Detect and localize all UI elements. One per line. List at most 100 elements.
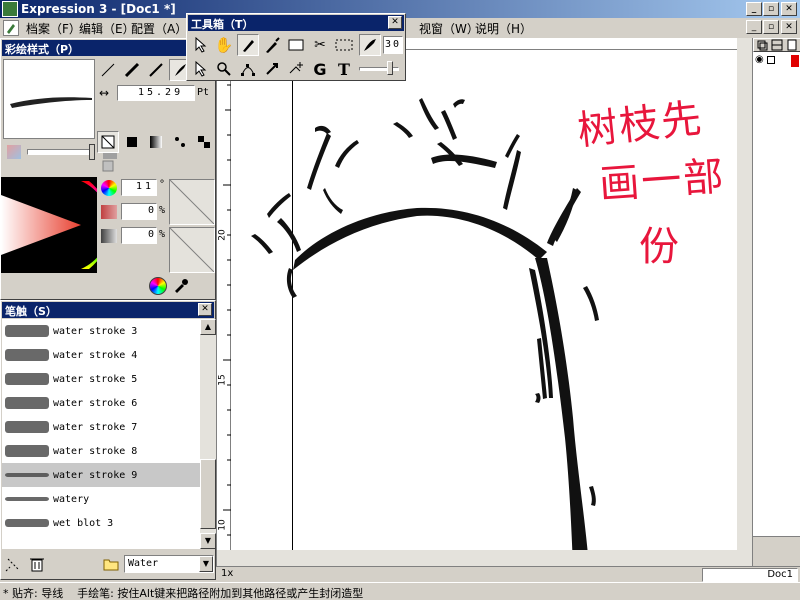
menu-arrange[interactable]: 配置（A） — [131, 20, 187, 37]
stroke-slider-thumb[interactable] — [387, 61, 393, 75]
doc-tab[interactable]: Doc1 — [702, 568, 798, 582]
percent-input-1[interactable]: 0 — [121, 203, 157, 220]
percent-unit-2: % — [159, 229, 166, 240]
menu-help[interactable]: 说明（H） — [475, 20, 532, 37]
brush-label: water stroke 3 — [53, 325, 138, 337]
menu-window[interactable]: 视窗（W） — [419, 20, 479, 37]
swatch-icon[interactable] — [7, 145, 21, 159]
vertical-scrollbar[interactable] — [737, 38, 753, 550]
transparency-icon[interactable] — [101, 205, 117, 219]
brush-thumbnail — [5, 516, 49, 530]
thick-line-icon[interactable] — [121, 59, 143, 81]
brush-list: water stroke 3 water stroke 4 water stroke… — [2, 319, 200, 549]
toolbox-close-button[interactable]: ✕ — [388, 16, 402, 29]
doc-close-button[interactable]: ✕ — [781, 20, 797, 34]
lock-icon[interactable] — [767, 56, 775, 64]
pen-line-icon[interactable] — [145, 59, 167, 81]
horizontal-scrollbar[interactable] — [217, 550, 753, 566]
layer-options-icon[interactable] — [771, 39, 783, 51]
brush-panel-close-button[interactable]: ✕ — [198, 303, 212, 316]
fill-option-icon[interactable] — [97, 155, 119, 177]
layer-new-icon[interactable] — [786, 39, 798, 51]
brush-list-item[interactable]: water stroke 6 — [2, 391, 200, 415]
zoom-icon[interactable] — [213, 58, 235, 80]
gradient-fill-icon[interactable] — [145, 131, 167, 153]
marquee-icon[interactable] — [333, 34, 355, 56]
add-point-icon[interactable] — [285, 58, 307, 80]
maximize-button[interactable]: ▫ — [763, 2, 779, 16]
stroke-slider[interactable] — [359, 61, 403, 75]
style-panel-title: 彩绘样式（P） — [5, 43, 80, 56]
brush-list-item[interactable]: wet blot 3 — [2, 511, 200, 535]
color-mode-icon[interactable] — [149, 277, 167, 295]
scroll-thumb[interactable] — [200, 459, 216, 529]
brush-list-item[interactable]: water stroke 9 — [2, 463, 200, 487]
scroll-up-button[interactable]: ▲ — [200, 319, 216, 335]
layers-icon[interactable] — [756, 39, 768, 51]
brush-list-scrollbar[interactable]: ▲ ▼ — [200, 319, 216, 549]
trash-icon[interactable] — [28, 555, 46, 573]
solid-fill-icon[interactable] — [121, 131, 143, 153]
brush-list-item[interactable]: water stroke 8 — [2, 439, 200, 463]
chevron-down-icon[interactable]: ▼ — [199, 556, 213, 572]
scroll-down-button[interactable]: ▼ — [200, 533, 216, 549]
rectangle-tool-icon[interactable] — [285, 34, 307, 56]
close-button[interactable]: ✕ — [781, 2, 797, 16]
text-tool-icon[interactable]: T — [333, 58, 355, 80]
menu-edit[interactable]: 编辑（E） — [79, 20, 135, 37]
layers-toolbar — [753, 38, 800, 52]
pattern-fill-icon[interactable] — [169, 131, 191, 153]
folder-icon[interactable] — [102, 555, 120, 573]
brush-tool-icon[interactable] — [237, 34, 259, 56]
subselect-arrow-icon[interactable] — [189, 58, 211, 80]
spacing-input[interactable]: 15.29 — [117, 85, 195, 101]
node-edit-icon[interactable] — [237, 58, 259, 80]
brush-list-item[interactable]: water stroke 4 — [2, 343, 200, 367]
select-arrow-icon[interactable] — [189, 34, 211, 56]
percent-unit-1: % — [159, 205, 166, 216]
layers-scrollbar[interactable] — [753, 536, 800, 566]
transform-icon[interactable] — [261, 58, 283, 80]
brush-list-item[interactable]: water stroke 5 — [2, 367, 200, 391]
brush-label: water stroke 9 — [53, 469, 138, 481]
stroke-color-box[interactable] — [169, 179, 215, 225]
hand-icon[interactable]: ✋ — [213, 34, 235, 56]
doc-icon[interactable] — [3, 20, 19, 36]
brush-list-item[interactable]: watery — [2, 487, 200, 511]
no-fill-icon[interactable] — [97, 131, 119, 153]
shade-icon[interactable] — [101, 229, 117, 243]
fill-color-box[interactable] — [169, 227, 215, 273]
angle-unit: ° — [159, 179, 166, 190]
eye-icon[interactable]: ◉ — [755, 54, 764, 65]
brush-list-item[interactable]: water stroke 7 — [2, 415, 200, 439]
eyedropper-icon[interactable] — [171, 277, 189, 295]
doc-minimize-button[interactable]: _ — [746, 20, 762, 34]
layer-row[interactable]: ◉ — [753, 54, 800, 68]
color-picker[interactable] — [1, 177, 111, 273]
brush-edit-icon[interactable] — [4, 555, 22, 573]
doc-restore-button[interactable]: ▫ — [763, 20, 779, 34]
percent-value-1: 0 — [147, 205, 154, 216]
texture-fill-icon[interactable] — [193, 131, 215, 153]
pen-tool-icon[interactable] — [261, 34, 283, 56]
brush-stroke-icon[interactable] — [359, 34, 381, 56]
angle-input[interactable]: 11 — [121, 179, 157, 196]
angle-value: 11 — [135, 181, 154, 192]
style-slider[interactable] — [27, 149, 93, 155]
brush-label: water stroke 6 — [53, 397, 138, 409]
spiral-tool-icon[interactable]: G — [309, 58, 331, 80]
zoom-level[interactable]: 1x — [221, 568, 233, 579]
annotation-line-3: 份 — [639, 224, 679, 270]
stroke-width-input[interactable]: 30 — [383, 36, 403, 54]
scissors-icon[interactable]: ✂ — [309, 34, 331, 56]
menu-file[interactable]: 档案（F） — [26, 20, 81, 37]
minimize-button[interactable]: _ — [746, 2, 762, 16]
spacing-unit[interactable]: Pt — [197, 87, 209, 98]
brush-list-item[interactable]: water stroke 3 — [2, 319, 200, 343]
brush-category-select[interactable]: Water ▼ — [124, 555, 214, 573]
percent-input-2[interactable]: 0 — [121, 227, 157, 244]
brush-thumbnail — [5, 324, 49, 338]
hue-icon[interactable] — [101, 180, 117, 196]
style-slider-thumb[interactable] — [89, 144, 95, 160]
thin-line-icon[interactable] — [97, 59, 119, 81]
